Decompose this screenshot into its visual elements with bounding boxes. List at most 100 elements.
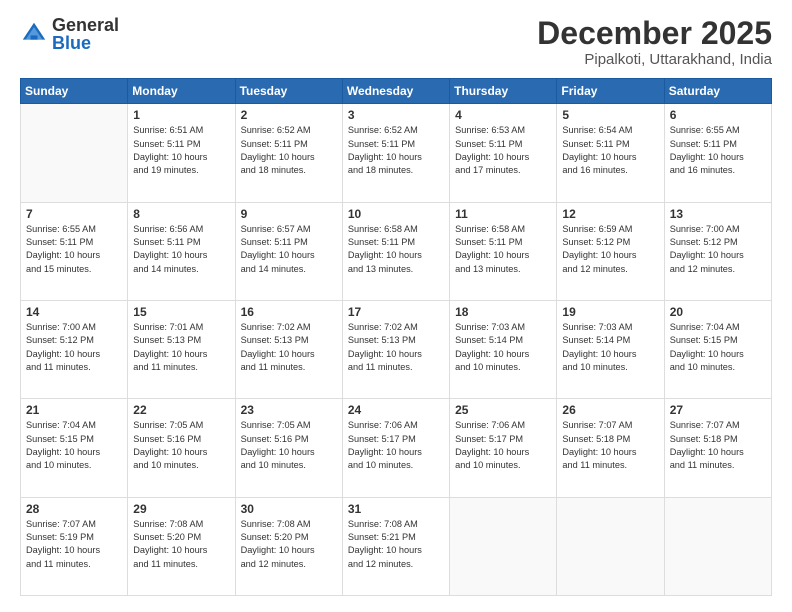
- calendar-day-cell: 17 Sunrise: 7:02 AM Sunset: 5:13 PM Dayli…: [342, 300, 449, 398]
- page: General Blue December 2025 Pipalkoti, Ut…: [0, 0, 792, 612]
- day-number: 17: [348, 305, 444, 319]
- calendar-day-cell: 4 Sunrise: 6:53 AM Sunset: 5:11 PM Daylig…: [450, 104, 557, 202]
- day-info: Sunrise: 7:05 AM Sunset: 5:16 PM Dayligh…: [241, 419, 337, 472]
- calendar-day-cell: 30 Sunrise: 7:08 AM Sunset: 5:20 PM Dayli…: [235, 497, 342, 595]
- weekday-header-sunday: Sunday: [21, 79, 128, 104]
- calendar-day-cell: 13 Sunrise: 7:00 AM Sunset: 5:12 PM Dayli…: [664, 202, 771, 300]
- day-number: 6: [670, 108, 766, 122]
- calendar-day-cell: 15Sunrise: 7:01 AM Sunset: 5:13 PM Dayli…: [128, 300, 235, 398]
- day-info: Sunrise: 6:59 AM Sunset: 5:12 PM Dayligh…: [562, 223, 658, 276]
- day-info: Sunrise: 7:00 AM Sunset: 5:12 PM Dayligh…: [26, 321, 122, 374]
- day-info: Sunrise: 7:03 AM Sunset: 5:14 PM Dayligh…: [562, 321, 658, 374]
- calendar-week-row: 1 Sunrise: 6:51 AM Sunset: 5:11 PM Daylig…: [21, 104, 772, 202]
- weekday-header-wednesday: Wednesday: [342, 79, 449, 104]
- day-number: 18: [455, 305, 551, 319]
- day-info: Sunrise: 6:53 AM Sunset: 5:11 PM Dayligh…: [455, 124, 551, 177]
- day-number: 3: [348, 108, 444, 122]
- day-info: Sunrise: 7:04 AM Sunset: 5:15 PM Dayligh…: [670, 321, 766, 374]
- calendar-week-row: 7 Sunrise: 6:55 AM Sunset: 5:11 PM Daylig…: [21, 202, 772, 300]
- day-info: Sunrise: 7:03 AM Sunset: 5:14 PM Dayligh…: [455, 321, 551, 374]
- day-number: 26: [562, 403, 658, 417]
- day-info: Sunrise: 6:58 AM Sunset: 5:11 PM Dayligh…: [455, 223, 551, 276]
- calendar-day-cell: 24Sunrise: 7:06 AM Sunset: 5:17 PM Dayli…: [342, 399, 449, 497]
- calendar-day-cell: 18 Sunrise: 7:03 AM Sunset: 5:14 PM Dayli…: [450, 300, 557, 398]
- header: General Blue December 2025 Pipalkoti, Ut…: [20, 16, 772, 68]
- logo: General Blue: [20, 16, 119, 52]
- calendar-week-row: 14 Sunrise: 7:00 AM Sunset: 5:12 PM Dayli…: [21, 300, 772, 398]
- calendar-day-cell: 1 Sunrise: 6:51 AM Sunset: 5:11 PM Daylig…: [128, 104, 235, 202]
- calendar-day-cell: [557, 497, 664, 595]
- day-info: Sunrise: 6:56 AM Sunset: 5:11 PM Dayligh…: [133, 223, 229, 276]
- weekday-header-friday: Friday: [557, 79, 664, 104]
- day-info: Sunrise: 7:08 AM Sunset: 5:20 PM Dayligh…: [241, 518, 337, 571]
- calendar-day-cell: [664, 497, 771, 595]
- calendar-day-cell: 11 Sunrise: 6:58 AM Sunset: 5:11 PM Dayli…: [450, 202, 557, 300]
- day-number: 29: [133, 502, 229, 516]
- day-info: Sunrise: 7:07 AM Sunset: 5:19 PM Dayligh…: [26, 518, 122, 571]
- logo-icon: [20, 20, 48, 48]
- day-info: Sunrise: 7:08 AM Sunset: 5:20 PM Dayligh…: [133, 518, 229, 571]
- calendar-day-cell: 16Sunrise: 7:02 AM Sunset: 5:13 PM Dayli…: [235, 300, 342, 398]
- day-number: 9: [241, 207, 337, 221]
- calendar-day-cell: 28Sunrise: 7:07 AM Sunset: 5:19 PM Dayli…: [21, 497, 128, 595]
- day-number: 2: [241, 108, 337, 122]
- logo-blue-text: Blue: [52, 34, 119, 52]
- day-info: Sunrise: 7:07 AM Sunset: 5:18 PM Dayligh…: [562, 419, 658, 472]
- calendar-day-cell: 6Sunrise: 6:55 AM Sunset: 5:11 PM Daylig…: [664, 104, 771, 202]
- day-info: Sunrise: 7:02 AM Sunset: 5:13 PM Dayligh…: [348, 321, 444, 374]
- day-number: 5: [562, 108, 658, 122]
- calendar-day-cell: 31 Sunrise: 7:08 AM Sunset: 5:21 PM Dayli…: [342, 497, 449, 595]
- day-info: Sunrise: 6:54 AM Sunset: 5:11 PM Dayligh…: [562, 124, 658, 177]
- calendar-day-cell: 29 Sunrise: 7:08 AM Sunset: 5:20 PM Dayli…: [128, 497, 235, 595]
- day-info: Sunrise: 7:01 AM Sunset: 5:13 PM Dayligh…: [133, 321, 229, 374]
- day-info: Sunrise: 7:04 AM Sunset: 5:15 PM Dayligh…: [26, 419, 122, 472]
- calendar-day-cell: 14 Sunrise: 7:00 AM Sunset: 5:12 PM Dayli…: [21, 300, 128, 398]
- day-info: Sunrise: 6:51 AM Sunset: 5:11 PM Dayligh…: [133, 124, 229, 177]
- day-info: Sunrise: 7:08 AM Sunset: 5:21 PM Dayligh…: [348, 518, 444, 571]
- day-number: 7: [26, 207, 122, 221]
- day-info: Sunrise: 7:07 AM Sunset: 5:18 PM Dayligh…: [670, 419, 766, 472]
- calendar-day-cell: 23 Sunrise: 7:05 AM Sunset: 5:16 PM Dayli…: [235, 399, 342, 497]
- day-number: 22: [133, 403, 229, 417]
- month-title: December 2025: [537, 16, 772, 51]
- calendar-day-cell: 2 Sunrise: 6:52 AM Sunset: 5:11 PM Daylig…: [235, 104, 342, 202]
- day-info: Sunrise: 7:05 AM Sunset: 5:16 PM Dayligh…: [133, 419, 229, 472]
- day-number: 10: [348, 207, 444, 221]
- calendar-day-cell: 27 Sunrise: 7:07 AM Sunset: 5:18 PM Dayli…: [664, 399, 771, 497]
- day-number: 14: [26, 305, 122, 319]
- calendar-day-cell: 7 Sunrise: 6:55 AM Sunset: 5:11 PM Daylig…: [21, 202, 128, 300]
- location: Pipalkoti, Uttarakhand, India: [537, 51, 772, 68]
- day-number: 8: [133, 207, 229, 221]
- day-info: Sunrise: 6:52 AM Sunset: 5:11 PM Dayligh…: [241, 124, 337, 177]
- day-number: 21: [26, 403, 122, 417]
- day-number: 23: [241, 403, 337, 417]
- day-number: 13: [670, 207, 766, 221]
- weekday-header-monday: Monday: [128, 79, 235, 104]
- day-number: 31: [348, 502, 444, 516]
- calendar-day-cell: 8 Sunrise: 6:56 AM Sunset: 5:11 PM Daylig…: [128, 202, 235, 300]
- day-number: 27: [670, 403, 766, 417]
- calendar-day-cell: 3 Sunrise: 6:52 AM Sunset: 5:11 PM Daylig…: [342, 104, 449, 202]
- day-info: Sunrise: 7:06 AM Sunset: 5:17 PM Dayligh…: [348, 419, 444, 472]
- weekday-header-tuesday: Tuesday: [235, 79, 342, 104]
- calendar-day-cell: 25Sunrise: 7:06 AM Sunset: 5:17 PM Dayli…: [450, 399, 557, 497]
- day-info: Sunrise: 6:52 AM Sunset: 5:11 PM Dayligh…: [348, 124, 444, 177]
- calendar-header-row: SundayMondayTuesdayWednesdayThursdayFrid…: [21, 79, 772, 104]
- calendar-day-cell: 12 Sunrise: 6:59 AM Sunset: 5:12 PM Dayli…: [557, 202, 664, 300]
- day-info: Sunrise: 7:06 AM Sunset: 5:17 PM Dayligh…: [455, 419, 551, 472]
- day-number: 11: [455, 207, 551, 221]
- day-info: Sunrise: 7:00 AM Sunset: 5:12 PM Dayligh…: [670, 223, 766, 276]
- day-number: 30: [241, 502, 337, 516]
- weekday-header-thursday: Thursday: [450, 79, 557, 104]
- calendar-table: SundayMondayTuesdayWednesdayThursdayFrid…: [20, 78, 772, 596]
- day-number: 4: [455, 108, 551, 122]
- calendar-day-cell: 9Sunrise: 6:57 AM Sunset: 5:11 PM Daylig…: [235, 202, 342, 300]
- day-number: 1: [133, 108, 229, 122]
- calendar-day-cell: 20 Sunrise: 7:04 AM Sunset: 5:15 PM Dayli…: [664, 300, 771, 398]
- calendar-day-cell: [450, 497, 557, 595]
- calendar-week-row: 21 Sunrise: 7:04 AM Sunset: 5:15 PM Dayli…: [21, 399, 772, 497]
- day-number: 20: [670, 305, 766, 319]
- day-number: 12: [562, 207, 658, 221]
- title-section: December 2025 Pipalkoti, Uttarakhand, In…: [537, 16, 772, 68]
- day-info: Sunrise: 6:55 AM Sunset: 5:11 PM Dayligh…: [26, 223, 122, 276]
